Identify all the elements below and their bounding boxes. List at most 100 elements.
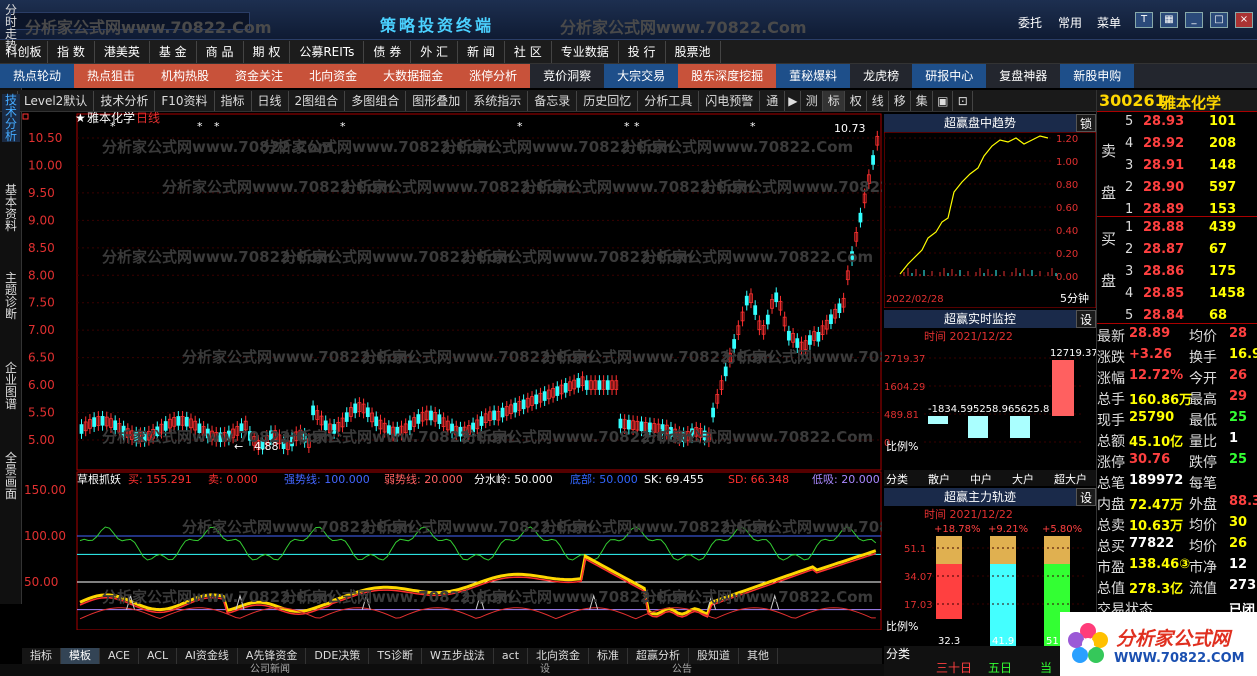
- menu-item[interactable]: 社 区: [505, 40, 552, 63]
- left-tab[interactable]: 基本资料: [2, 184, 20, 232]
- menu-item[interactable]: 债 券: [364, 40, 412, 63]
- indicator-tab[interactable]: W五步战法: [422, 648, 494, 664]
- indicator-tab[interactable]: ACE: [100, 648, 139, 664]
- buy-price[interactable]: 28.85: [1143, 286, 1184, 301]
- toolbar-right-item[interactable]: 线: [867, 90, 890, 111]
- toolbar-right-item[interactable]: 集: [911, 90, 934, 111]
- buy-price[interactable]: 28.86: [1143, 264, 1184, 279]
- buy-price[interactable]: 28.84: [1143, 308, 1184, 323]
- status-item[interactable]: 公司新闻: [250, 664, 290, 676]
- grid-icon[interactable]: ▦: [1160, 12, 1178, 28]
- feature-item[interactable]: 竞价洞察: [530, 64, 604, 88]
- feature-item[interactable]: 涨停分析: [456, 64, 531, 88]
- toolbar-item[interactable]: 闪电预警: [699, 90, 761, 111]
- indicator-tab[interactable]: 标准: [589, 648, 629, 664]
- layout-icon[interactable]: ▣: [933, 90, 954, 111]
- indicator-tab[interactable]: A先锋资金: [238, 648, 307, 664]
- toolbar-item[interactable]: 指标: [215, 90, 252, 111]
- indicator-tab[interactable]: 超赢分析: [628, 648, 690, 664]
- menu-item[interactable]: 股票池: [666, 40, 721, 63]
- toolbar-item[interactable]: 技术分析: [94, 90, 156, 111]
- feature-item[interactable]: 复盘神器: [986, 64, 1060, 88]
- feature-item[interactable]: 北向资金: [296, 64, 371, 88]
- feature-item[interactable]: 研报中心: [912, 64, 987, 88]
- indicator-tab[interactable]: DDE决策: [306, 648, 370, 664]
- left-tab[interactable]: 全景画面: [2, 452, 20, 500]
- menu-item[interactable]: 投 行: [619, 40, 666, 63]
- menu-item[interactable]: 新 闻: [458, 40, 505, 63]
- menu-item[interactable]: 商 品: [197, 40, 244, 63]
- window-icon[interactable]: ⊡: [953, 90, 974, 111]
- toolbar-right-item[interactable]: 标: [823, 90, 846, 111]
- track-settings-button[interactable]: 设: [1076, 488, 1096, 506]
- buy-price[interactable]: 28.88: [1143, 220, 1184, 235]
- menu-item[interactable]: 外 汇: [411, 40, 459, 63]
- indicator-tab[interactable]: 北向资金: [528, 648, 590, 664]
- toolbar-right-item[interactable]: 测: [801, 90, 824, 111]
- feature-item[interactable]: 股东深度挖掘: [678, 64, 777, 88]
- sell-price[interactable]: 28.90: [1143, 180, 1184, 195]
- quote-label2: 换手: [1189, 350, 1217, 366]
- toolbar-right-item[interactable]: 移: [889, 90, 912, 111]
- toolbar-item[interactable]: 图形叠加: [406, 90, 468, 111]
- common-button[interactable]: 常用: [1058, 14, 1082, 31]
- entrust-button[interactable]: 委托: [1018, 14, 1042, 31]
- sell-price[interactable]: 28.93: [1143, 114, 1184, 129]
- left-tab[interactable]: 分时走势: [2, 4, 20, 52]
- toolbar-item[interactable]: 2图组合: [289, 90, 346, 111]
- menu-item[interactable]: 公募REITs: [290, 40, 365, 63]
- feature-item[interactable]: 大宗交易: [604, 64, 679, 88]
- feature-item[interactable]: 董秘爆料: [776, 64, 851, 88]
- minimize-icon[interactable]: _: [1185, 12, 1203, 28]
- status-item[interactable]: 设: [540, 664, 550, 676]
- t-icon[interactable]: T: [1135, 12, 1153, 28]
- toolbar-item[interactable]: 备忘录: [528, 90, 578, 111]
- indicator-tab[interactable]: act: [494, 648, 529, 664]
- toolbar-item[interactable]: 多图组合: [345, 90, 407, 111]
- toolbar-right-item[interactable]: 权: [845, 90, 868, 111]
- toolbar-item[interactable]: 分析工具: [638, 90, 700, 111]
- toolbar-item[interactable]: F10资料: [155, 90, 215, 111]
- indicator-tab[interactable]: 模板: [61, 648, 100, 664]
- feature-item[interactable]: 热点狙击: [74, 64, 149, 88]
- toolbar-item[interactable]: 日线: [252, 90, 289, 111]
- indicator-tab[interactable]: AI资金线: [177, 648, 238, 664]
- next-arrow-icon[interactable]: ▶: [785, 90, 802, 111]
- feature-item[interactable]: 大数据掘金: [370, 64, 457, 88]
- sell-price[interactable]: 28.92: [1143, 136, 1184, 151]
- toolbar-item[interactable]: Level2默认: [18, 90, 95, 111]
- feature-item[interactable]: 机构热股: [148, 64, 223, 88]
- main-chart[interactable]: 10.50 10.00 9.50 9.00 8.50 8.00 7.50 7.00 6.50 6.…: [22, 112, 882, 632]
- sell-price[interactable]: 28.91: [1143, 158, 1184, 173]
- toolbar-item[interactable]: 历史回忆: [577, 90, 639, 111]
- menu-item[interactable]: 专业数据: [552, 40, 619, 63]
- indicator-tab[interactable]: 股知道: [689, 648, 740, 664]
- indicator-tab[interactable]: 指标: [22, 648, 61, 664]
- toolbar-item[interactable]: 系统指示: [467, 90, 529, 111]
- monitor-settings-button[interactable]: 设: [1076, 310, 1096, 328]
- menu-button[interactable]: 菜单: [1097, 14, 1121, 31]
- indicator-tab[interactable]: TS诊断: [369, 648, 423, 664]
- feature-item[interactable]: 资金关注: [222, 64, 297, 88]
- left-tab[interactable]: 技术分析: [2, 94, 20, 142]
- toolbar-item[interactable]: 通: [760, 90, 786, 111]
- lock-button[interactable]: 锁: [1076, 114, 1096, 132]
- feature-item[interactable]: 龙虎榜: [850, 64, 912, 88]
- feature-item[interactable]: 热点轮动: [0, 64, 75, 88]
- left-tab[interactable]: 企业图谱: [2, 362, 20, 410]
- close-icon[interactable]: ×: [1235, 12, 1253, 28]
- left-tab[interactable]: 主题诊断: [2, 272, 20, 320]
- candle: [723, 366, 728, 377]
- menu-item[interactable]: 指 数: [48, 40, 95, 63]
- menu-item[interactable]: 基 金: [150, 40, 197, 63]
- maximize-icon[interactable]: □: [1210, 12, 1228, 28]
- indicator-tab[interactable]: ACL: [139, 648, 178, 664]
- menu-item[interactable]: 港美英: [95, 40, 150, 63]
- buy-price[interactable]: 28.87: [1143, 242, 1184, 257]
- sell-price[interactable]: 28.89: [1143, 202, 1184, 217]
- watermark: 分析家公式网www.70822.Com: [642, 248, 873, 266]
- feature-item[interactable]: 新股申购: [1060, 64, 1135, 88]
- indicator-tab[interactable]: 其他: [739, 648, 779, 664]
- status-item[interactable]: 公告: [672, 664, 692, 676]
- menu-item[interactable]: 期 权: [244, 40, 291, 63]
